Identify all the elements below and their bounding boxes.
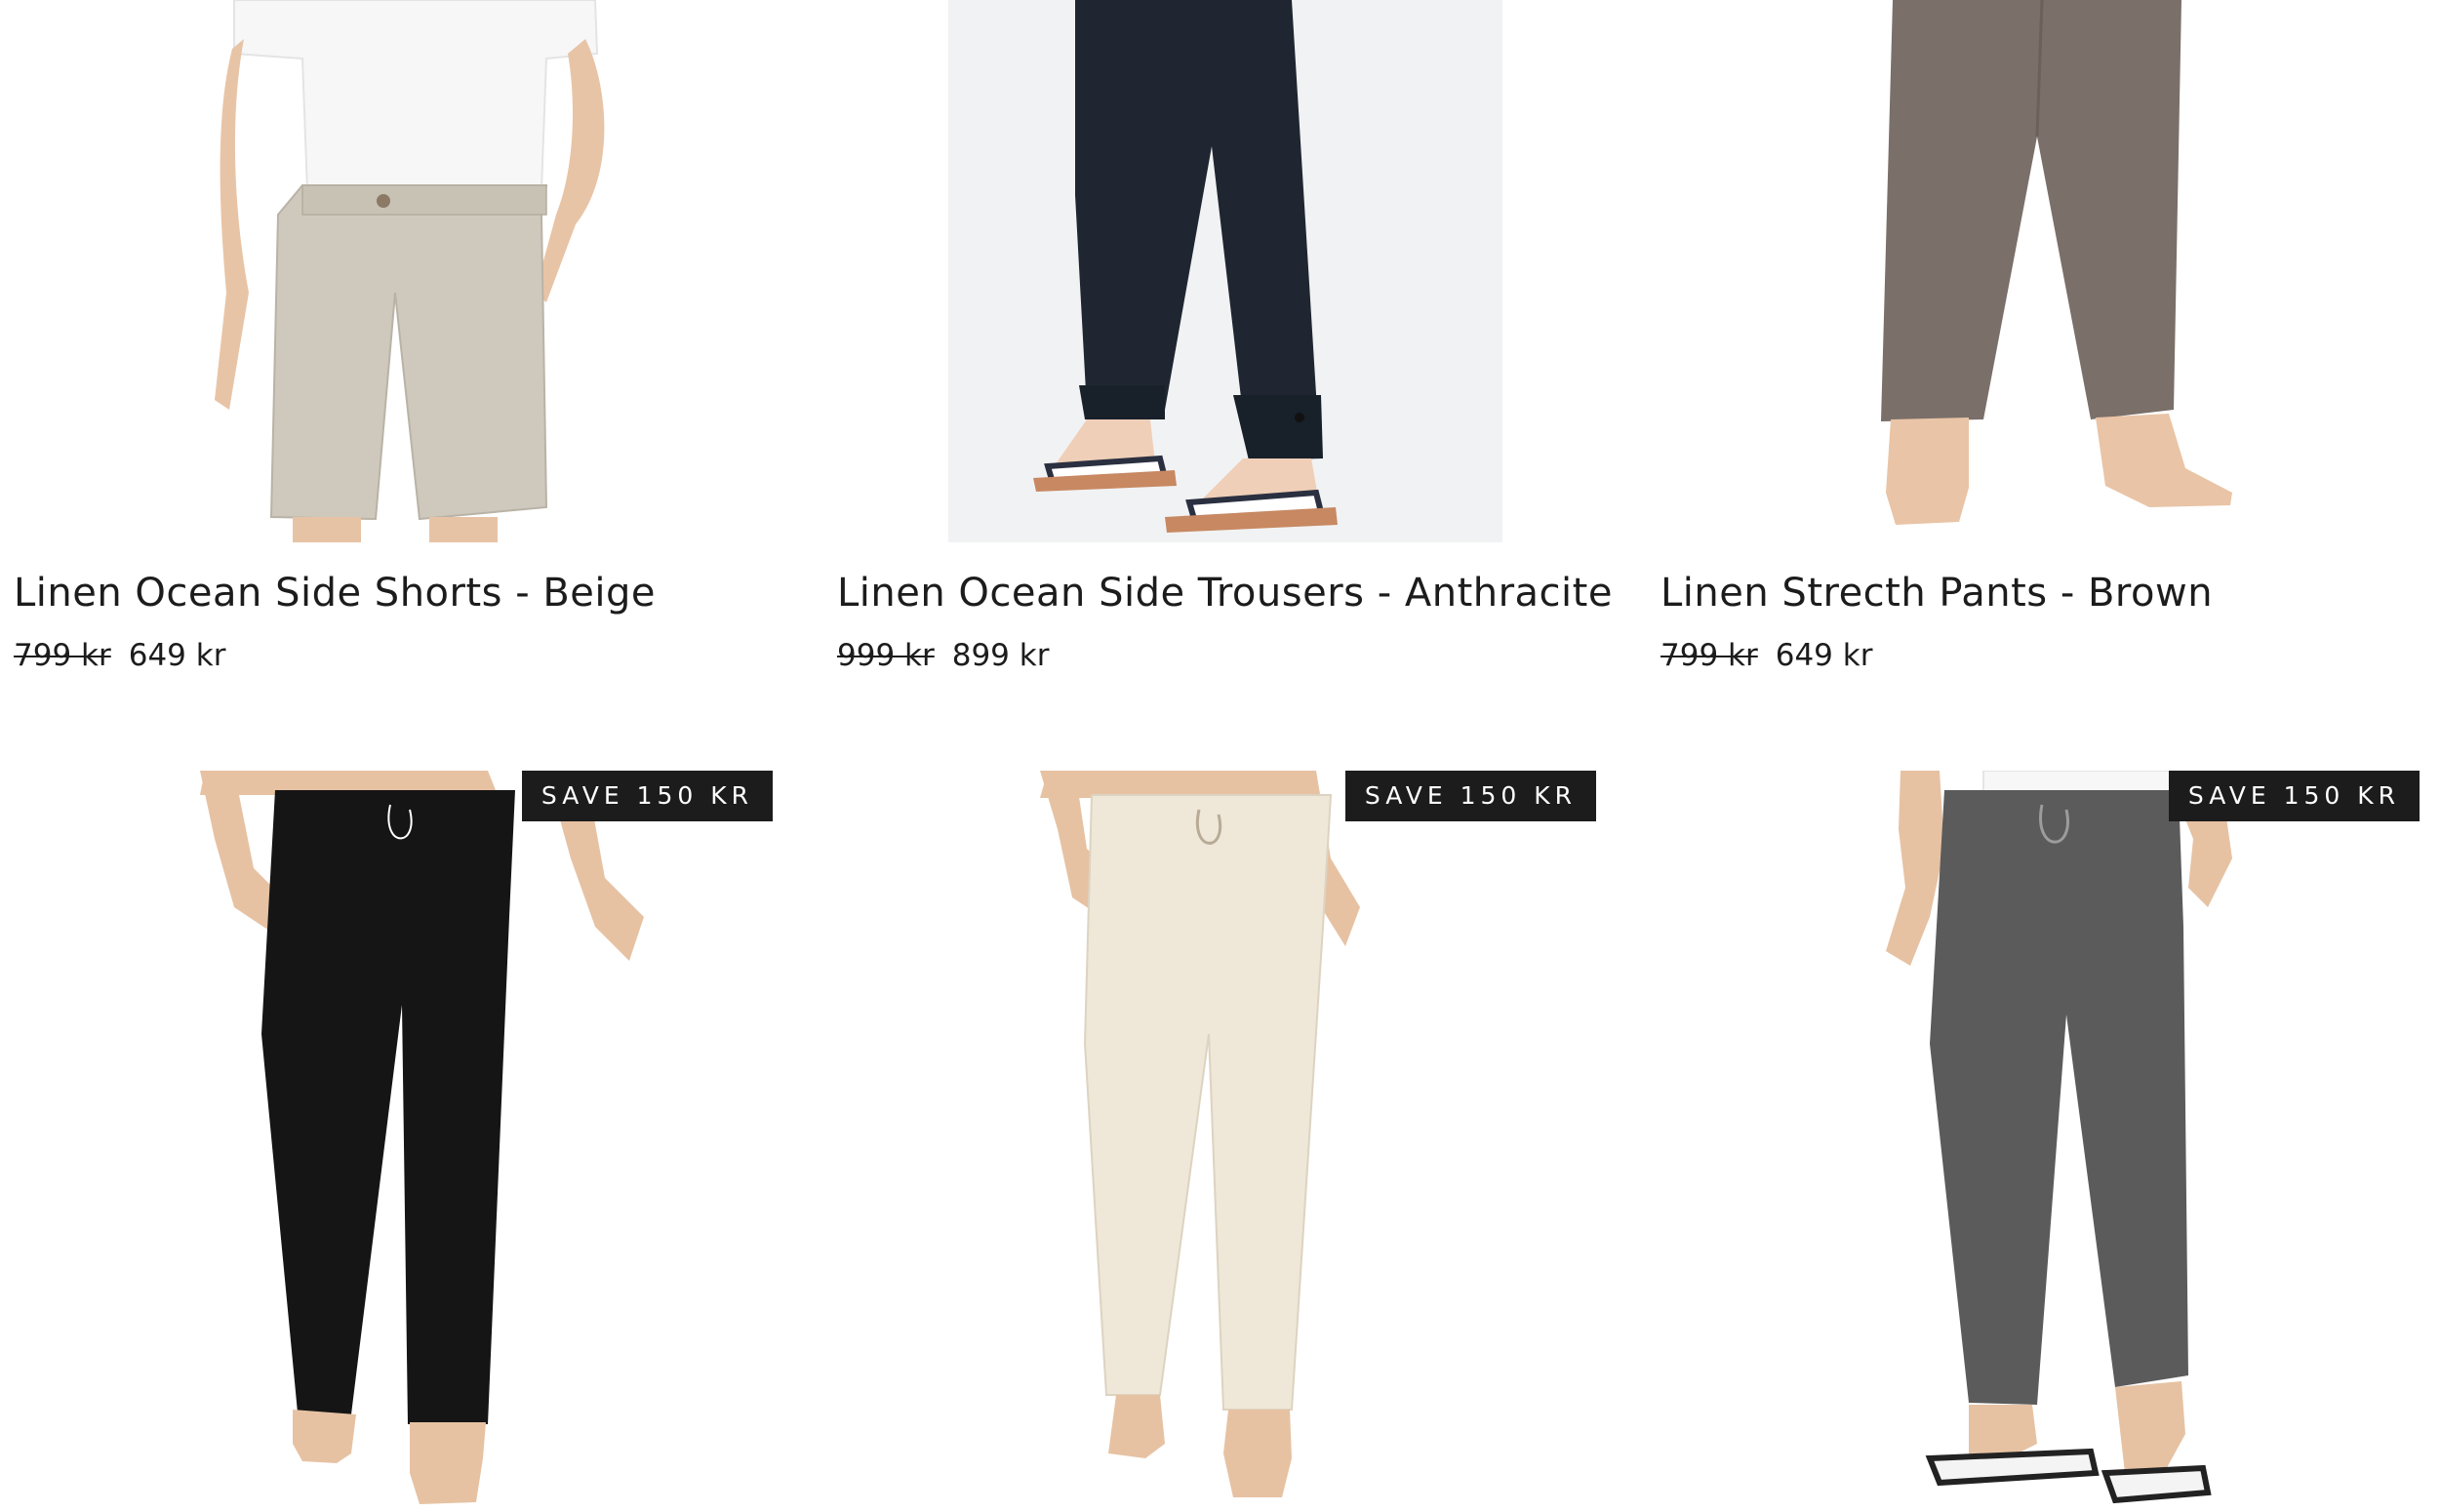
product-image[interactable]: SAVE 150 KR xyxy=(0,771,780,1512)
product-image[interactable]: SAVE 150 KR xyxy=(823,771,1604,1512)
price-original: 799 kr xyxy=(14,638,111,673)
grey-pants-photo xyxy=(1647,771,2427,1512)
beige-shorts-photo xyxy=(0,0,780,542)
price-original: 799 kr xyxy=(1661,638,1758,673)
product-card[interactable]: Linen Strecth Pants - Brown 799 kr 649 kr xyxy=(1647,0,2427,702)
price-sale: 649 kr xyxy=(128,638,226,673)
product-title[interactable]: Linen Strecth Pants - Brown xyxy=(1661,570,2213,617)
product-prices: 999 kr 899 kr xyxy=(837,636,1049,675)
product-title[interactable]: Linen Ocean Side Shorts - Beige xyxy=(14,570,656,617)
product-image[interactable]: SAVE 150 KR xyxy=(1647,771,2427,1512)
product-card[interactable]: SAVE 150 KR xyxy=(0,771,780,1512)
product-image[interactable] xyxy=(0,0,780,542)
black-pants-photo xyxy=(0,771,780,1512)
save-badge: SAVE 150 KR xyxy=(521,771,773,821)
save-badge: SAVE 150 KR xyxy=(1344,771,1596,821)
product-grid: Linen Ocean Side Shorts - Beige 799 kr 64… xyxy=(0,0,2441,1512)
price-sale: 649 kr xyxy=(1775,638,1873,673)
anthracite-trousers-photo xyxy=(823,0,1604,542)
product-image[interactable] xyxy=(823,0,1604,542)
cream-pants-photo xyxy=(823,771,1604,1512)
product-card[interactable]: Linen Ocean Side Trousers - Anthracite 9… xyxy=(823,0,1612,702)
product-title[interactable]: Linen Ocean Side Trousers - Anthracite xyxy=(837,570,1613,617)
product-prices: 799 kr 649 kr xyxy=(14,636,225,675)
price-sale: 899 kr xyxy=(951,638,1050,673)
price-original: 999 kr xyxy=(837,638,935,673)
save-badge: SAVE 150 KR xyxy=(2168,771,2420,821)
product-card[interactable]: SAVE 150 KR xyxy=(823,771,1604,1512)
product-image[interactable] xyxy=(1647,0,2427,542)
product-card[interactable]: SAVE 150 KR xyxy=(1647,771,2427,1512)
brown-pants-photo xyxy=(1647,0,2427,542)
product-prices: 799 kr 649 kr xyxy=(1661,636,1872,675)
product-card[interactable]: Linen Ocean Side Shorts - Beige 799 kr 64… xyxy=(0,0,780,702)
